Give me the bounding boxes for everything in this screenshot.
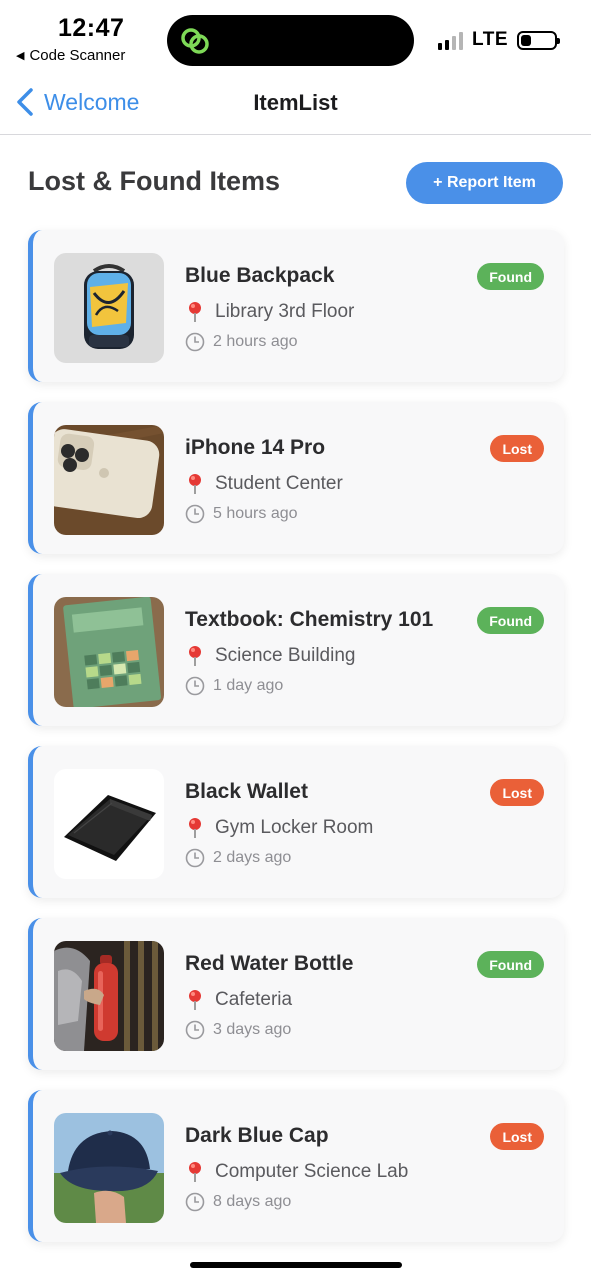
- item-name: Textbook: Chemistry 101: [185, 608, 434, 631]
- item-time: 5 hours ago: [185, 504, 298, 524]
- wallet-image: [54, 769, 164, 879]
- link-icon: [181, 28, 209, 54]
- network-type: LTE: [472, 29, 508, 50]
- item-location: Cafeteria: [185, 989, 292, 1011]
- item-card[interactable]: Black Wallet Lost Gym Locker Room 2 days…: [28, 746, 564, 898]
- cap-image: [54, 1113, 164, 1223]
- item-time: 2 days ago: [185, 848, 291, 868]
- report-item-button[interactable]: + Report Item: [406, 162, 563, 204]
- location-text: Student Center: [215, 473, 343, 494]
- clock-icon: [185, 848, 205, 868]
- home-indicator[interactable]: [190, 1262, 402, 1268]
- time-text: 1 day ago: [213, 677, 284, 694]
- nav-title: ItemList: [253, 90, 338, 115]
- time-text: 5 hours ago: [213, 505, 298, 522]
- location-text: Library 3rd Floor: [215, 301, 355, 322]
- item-location: Science Building: [185, 645, 355, 667]
- time-text: 3 days ago: [213, 1021, 292, 1038]
- time-text: 8 days ago: [213, 1193, 292, 1210]
- location-text: Science Building: [215, 645, 356, 666]
- clock-icon: [185, 1192, 205, 1212]
- status-time: 12:47: [58, 14, 125, 42]
- location-pin-icon: [189, 818, 201, 838]
- clock-icon: [185, 504, 205, 524]
- dynamic-island: [167, 15, 414, 66]
- location-pin-icon: [189, 474, 201, 494]
- item-time: 3 days ago: [185, 1020, 291, 1040]
- location-pin-icon: [189, 1162, 201, 1182]
- location-text: Computer Science Lab: [215, 1161, 409, 1182]
- phone-image: [54, 425, 164, 535]
- item-name: iPhone 14 Pro: [185, 436, 326, 459]
- item-name: Black Wallet: [185, 780, 308, 803]
- item-time: 2 hours ago: [185, 332, 298, 352]
- clock-icon: [185, 332, 205, 352]
- item-location: Student Center: [185, 473, 343, 495]
- location-text: Gym Locker Room: [215, 817, 374, 838]
- battery-icon: [517, 30, 560, 50]
- status-badge: Lost: [490, 435, 544, 462]
- status-badge: Found: [477, 263, 544, 290]
- item-card[interactable]: Dark Blue Cap Lost Computer Science Lab …: [28, 1090, 564, 1242]
- textbook-image: [54, 597, 164, 707]
- time-text: 2 days ago: [213, 849, 292, 866]
- item-card[interactable]: iPhone 14 Pro Lost Student Center 5 hour…: [28, 402, 564, 554]
- back-app-label: Code Scanner: [29, 47, 126, 64]
- item-name: Red Water Bottle: [185, 952, 354, 975]
- item-location: Gym Locker Room: [185, 817, 373, 839]
- item-card[interactable]: Blue Backpack Found Library 3rd Floor 2 …: [28, 230, 564, 382]
- backpack-image: [54, 253, 164, 363]
- bottle-image: [54, 941, 164, 1051]
- status-badge: Lost: [490, 1123, 544, 1150]
- item-location: Library 3rd Floor: [185, 301, 354, 323]
- item-name: Dark Blue Cap: [185, 1124, 329, 1147]
- location-pin-icon: [189, 302, 201, 322]
- item-name: Blue Backpack: [185, 264, 335, 287]
- location-pin-icon: [189, 646, 201, 666]
- location-text: Cafeteria: [215, 989, 293, 1010]
- item-time: 8 days ago: [185, 1192, 291, 1212]
- clock-icon: [185, 1020, 205, 1040]
- navigation-bar: Welcome ItemList: [0, 70, 591, 135]
- signal-icon: [438, 31, 464, 50]
- status-indicators: LTE: [438, 29, 560, 51]
- item-location: Computer Science Lab: [185, 1161, 408, 1183]
- status-badge: Found: [477, 607, 544, 634]
- status-badge: Lost: [490, 779, 544, 806]
- item-card[interactable]: Textbook: Chemistry 101 Found Science Bu…: [28, 574, 564, 726]
- time-text: 2 hours ago: [213, 333, 298, 350]
- page-title: Lost & Found Items: [28, 166, 280, 196]
- status-badge: Found: [477, 951, 544, 978]
- location-pin-icon: [189, 990, 201, 1010]
- item-card[interactable]: Red Water Bottle Found Cafeteria 3 days …: [28, 918, 564, 1070]
- status-bar: 12:47 ◀ Code Scanner LTE: [0, 0, 591, 70]
- back-to-app-link[interactable]: ◀ Code Scanner: [16, 47, 125, 64]
- items-list: Blue Backpack Found Library 3rd Floor 2 …: [28, 230, 564, 1262]
- item-time: 1 day ago: [185, 676, 283, 696]
- back-triangle-icon: ◀: [16, 50, 25, 62]
- clock-icon: [185, 676, 205, 696]
